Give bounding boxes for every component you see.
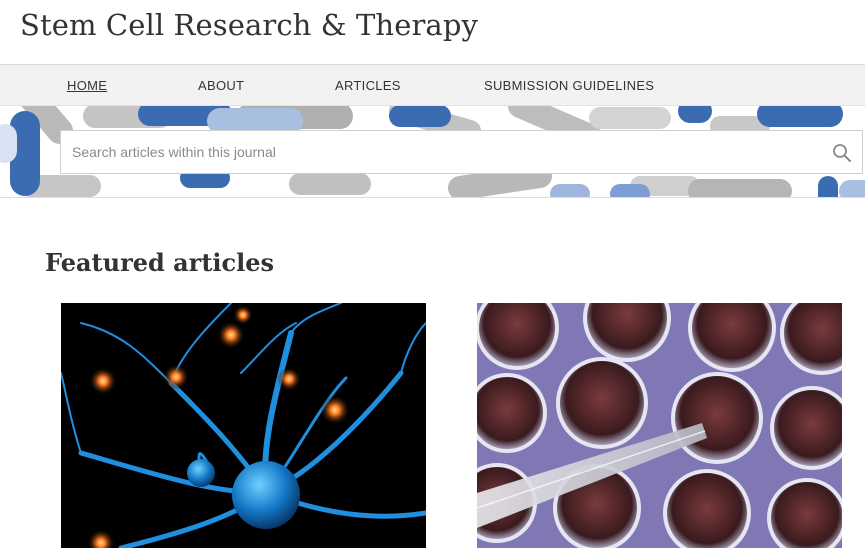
nav-submission-guidelines[interactable]: SUBMISSION GUIDELINES	[484, 78, 654, 93]
nav-articles[interactable]: ARTICLES	[335, 78, 401, 93]
featured-articles-heading: Featured articles	[45, 248, 275, 277]
cell-culture-plate-image	[477, 303, 842, 548]
neuron-network-image	[61, 303, 426, 548]
search-input[interactable]	[61, 131, 821, 173]
nav-home[interactable]: HOME	[67, 78, 107, 93]
featured-article-card[interactable]	[61, 303, 426, 548]
search-bar	[60, 130, 863, 174]
featured-article-card[interactable]	[477, 303, 842, 548]
search-icon[interactable]	[830, 141, 854, 165]
masthead: Stem Cell Research & Therapy	[0, 0, 865, 64]
main-navigation: HOME ABOUT ARTICLES SUBMISSION GUIDELINE…	[0, 64, 865, 106]
nav-about[interactable]: ABOUT	[198, 78, 244, 93]
journal-title[interactable]: Stem Cell Research & Therapy	[20, 8, 478, 42]
